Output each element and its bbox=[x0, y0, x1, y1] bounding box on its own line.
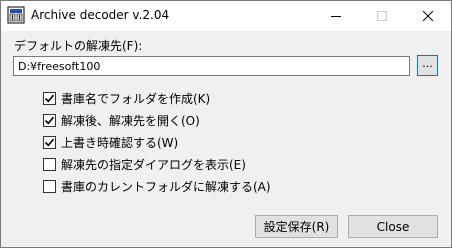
option-label: 上書き時確認する(W) bbox=[61, 135, 179, 150]
maximize-button[interactable] bbox=[359, 1, 405, 31]
checkbox[interactable] bbox=[43, 135, 56, 149]
option-create-folder[interactable]: 書庫名でフォルダを作成(K) bbox=[43, 90, 210, 106]
browse-button[interactable]: ... bbox=[417, 55, 438, 76]
option-label: 書庫のカレントフォルダに解凍する(A) bbox=[61, 179, 271, 194]
close-button[interactable]: Close bbox=[348, 215, 438, 238]
checkbox[interactable] bbox=[43, 179, 56, 193]
checkmark-icon bbox=[44, 94, 55, 102]
minimize-button[interactable] bbox=[313, 1, 359, 31]
checkmark-icon bbox=[44, 138, 55, 146]
destination-path-input[interactable] bbox=[13, 56, 410, 76]
checkbox[interactable] bbox=[43, 113, 56, 127]
option-open-after-extract[interactable]: 解凍後、解凍先を開く(O) bbox=[43, 112, 200, 128]
option-label: 解凍先の指定ダイアログを表示(E) bbox=[61, 157, 246, 172]
archive-app-icon bbox=[7, 6, 25, 24]
checkbox[interactable] bbox=[43, 157, 56, 171]
checkbox[interactable] bbox=[43, 91, 56, 105]
option-extract-to-current-folder[interactable]: 書庫のカレントフォルダに解凍する(A) bbox=[43, 178, 271, 194]
option-show-destination-dialog[interactable]: 解凍先の指定ダイアログを表示(E) bbox=[43, 156, 246, 172]
app-window: Archive decoder v.2.04 デフォルトの解凍先(F): ...… bbox=[0, 0, 452, 248]
maximize-icon bbox=[377, 11, 387, 21]
minimize-icon bbox=[331, 16, 341, 17]
save-settings-button[interactable]: 設定保存(R) bbox=[255, 215, 338, 238]
checkmark-icon bbox=[44, 116, 55, 124]
close-icon bbox=[423, 11, 433, 21]
option-label: 解凍後、解凍先を開く(O) bbox=[61, 113, 200, 128]
option-confirm-overwrite[interactable]: 上書き時確認する(W) bbox=[43, 134, 178, 150]
dialog-body: デフォルトの解凍先(F): ... 書庫名でフォルダを作成(K) 解凍後、解凍先… bbox=[1, 31, 451, 247]
title-bar[interactable]: Archive decoder v.2.04 bbox=[1, 1, 451, 31]
close-window-button[interactable] bbox=[405, 1, 451, 31]
option-label: 書庫名でフォルダを作成(K) bbox=[61, 91, 211, 106]
destination-label: デフォルトの解凍先(F): bbox=[14, 39, 143, 53]
window-title: Archive decoder v.2.04 bbox=[31, 8, 170, 22]
